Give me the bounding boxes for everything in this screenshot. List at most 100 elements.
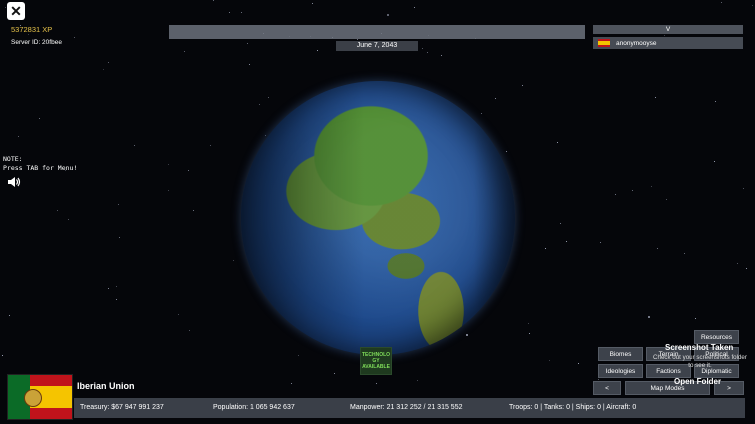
- star: [241, 12, 242, 13]
- speaker-icon[interactable]: [7, 175, 21, 189]
- star: [376, 383, 377, 384]
- player-list-item[interactable]: anonymooyse: [593, 37, 743, 49]
- star: [168, 190, 169, 191]
- star: [108, 62, 109, 63]
- star: [334, 373, 335, 374]
- star: [746, 268, 747, 269]
- close-icon: ✕: [10, 3, 22, 19]
- star: [249, 64, 250, 65]
- country-flag[interactable]: [7, 374, 73, 420]
- star: [427, 52, 428, 53]
- star: [68, 219, 69, 220]
- star: [578, 363, 579, 364]
- star: [5, 7, 6, 8]
- star: [39, 118, 40, 119]
- star: [651, 186, 652, 187]
- star: [657, 248, 658, 249]
- star: [648, 316, 650, 318]
- star: [74, 37, 75, 38]
- treasury-stat: Treasury: $67 947 991 237: [80, 404, 164, 411]
- star: [298, 355, 299, 356]
- star: [317, 50, 318, 51]
- star: [233, 260, 234, 261]
- star: [666, 199, 667, 200]
- map-mode-resources-button[interactable]: Resources: [694, 330, 739, 344]
- star: [414, 7, 415, 8]
- coat-of-arms-icon: [24, 389, 42, 407]
- star: [714, 161, 715, 162]
- star: [600, 242, 601, 243]
- star: [387, 14, 389, 16]
- star: [312, 3, 313, 4]
- globe-night-shade: [241, 81, 515, 355]
- star: [103, 69, 104, 70]
- star: [598, 379, 599, 380]
- technology-available-badge[interactable]: TECHNOLO GY AVAILABLE: [360, 347, 392, 375]
- star: [134, 145, 135, 146]
- open-folder-button[interactable]: Open Folder: [674, 377, 721, 386]
- star: [116, 299, 117, 300]
- star: [184, 51, 185, 52]
- star: [664, 35, 665, 36]
- star: [118, 204, 119, 205]
- server-id: Server ID: 20fbee: [11, 39, 62, 46]
- star: [522, 85, 523, 86]
- star: [168, 164, 169, 165]
- military-stat: Troops: 0 | Tanks: 0 | Ships: 0 | Aircra…: [509, 404, 637, 411]
- star: [557, 142, 558, 143]
- game-date: June 7, 2043: [336, 41, 418, 51]
- note-text: Press TAB for Menu!: [3, 163, 78, 172]
- star: [529, 333, 530, 334]
- star: [528, 323, 529, 324]
- player-list-toggle[interactable]: V: [593, 25, 743, 34]
- star: [715, 101, 716, 102]
- star: [441, 55, 442, 56]
- star: [210, 145, 211, 146]
- star: [2, 355, 3, 356]
- star: [743, 188, 744, 189]
- star: [417, 380, 418, 381]
- star: [18, 136, 19, 137]
- star: [684, 253, 685, 254]
- star: [560, 223, 561, 224]
- toast-body: Check out your screenshots folder to see…: [653, 354, 747, 369]
- player-name: anonymooyse: [616, 39, 657, 47]
- star: [119, 237, 120, 238]
- star: [566, 241, 567, 242]
- close-button[interactable]: ✕: [7, 2, 25, 20]
- star: [291, 383, 292, 384]
- star: [549, 360, 550, 361]
- map-mode-ideologies-button[interactable]: Ideologies: [598, 364, 643, 378]
- star: [247, 43, 248, 44]
- xp-counter: 5372831 XP: [11, 25, 53, 34]
- tech-badge-line3: AVAILABLE: [362, 364, 390, 370]
- star: [57, 210, 58, 211]
- star: [752, 5, 753, 6]
- spain-flag-icon: [598, 39, 610, 47]
- star: [9, 315, 10, 316]
- star: [632, 190, 633, 191]
- star: [108, 288, 109, 289]
- star: [422, 48, 423, 49]
- star: [178, 314, 179, 315]
- star: [695, 318, 696, 319]
- map-mode-biomes-button[interactable]: Biomes: [598, 347, 643, 361]
- star: [28, 34, 29, 35]
- star: [357, 39, 358, 40]
- star: [737, 263, 738, 264]
- top-status-bar: [169, 25, 585, 39]
- star: [655, 97, 656, 98]
- map-mode-prev-button[interactable]: <: [593, 381, 621, 395]
- note-title: NOTE:: [3, 155, 23, 163]
- star: [229, 12, 230, 13]
- country-name: Iberian Union: [77, 381, 135, 391]
- globe-map[interactable]: [241, 81, 515, 355]
- star: [213, 0, 214, 1]
- toast-title: Screenshot Taken: [665, 343, 734, 352]
- star: [193, 210, 194, 211]
- menu-note: NOTE: Press TAB for Menu!: [3, 155, 77, 172]
- population-stat: Population: 1 065 942 637: [213, 404, 295, 411]
- star: [545, 248, 546, 249]
- star: [615, 194, 616, 195]
- star: [116, 286, 117, 287]
